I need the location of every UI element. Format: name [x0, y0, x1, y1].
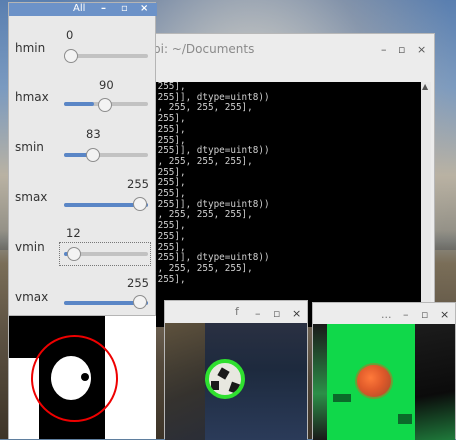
smin-value: 83: [86, 127, 101, 141]
hmin-label: hmin: [15, 41, 46, 55]
terminal-line: [255],: [152, 273, 186, 285]
vmin-value: 12: [66, 226, 81, 240]
vmax-slider-handle[interactable]: [133, 295, 147, 309]
terminal-line: [255],: [152, 123, 186, 135]
hsv-window-title: ...: [381, 308, 392, 321]
close-icon[interactable]: ×: [140, 3, 148, 14]
smin-slider-track[interactable]: [64, 153, 148, 157]
hsv-ball: [355, 363, 393, 399]
mask-window[interactable]: [8, 316, 156, 439]
terminal-scrollbar[interactable]: ▲: [421, 82, 431, 327]
smax-label: smax: [15, 190, 48, 204]
detection-circle: [31, 335, 118, 422]
hmax-slider-handle[interactable]: [98, 98, 112, 112]
vmax-label: vmax: [15, 290, 49, 304]
trackbar-titlebar[interactable]: All – ▫ ×: [9, 3, 157, 16]
hsv-dark-region-left: [313, 324, 327, 440]
ball-patch: [211, 381, 219, 390]
maximize-icon[interactable]: ▫: [121, 3, 128, 14]
trackbar-window[interactable]: All – ▫ × hmin 0 hmax 90 smin 83 smax 25…: [8, 2, 157, 316]
smax-value: 255: [127, 177, 149, 191]
maximize-icon[interactable]: ▫: [273, 308, 280, 319]
terminal-output[interactable]: [255], [255]], dtype=uint8)) [, 255, 255, …: [151, 82, 423, 327]
minimize-icon[interactable]: –: [101, 3, 106, 14]
minimize-icon[interactable]: –: [403, 309, 409, 320]
frame-window-title: f: [235, 305, 239, 318]
ball-patch: [217, 367, 230, 380]
soccer-ball: [205, 359, 245, 399]
hmax-label: hmax: [15, 90, 49, 104]
close-icon[interactable]: ×: [417, 44, 426, 55]
camera-frame: [165, 323, 307, 440]
terminal-title: pi: ~/Documents: [153, 42, 255, 56]
hsv-speckle: [333, 394, 351, 402]
vmin-slider-handle[interactable]: [67, 247, 81, 261]
hmin-value: 0: [66, 28, 74, 42]
minimize-icon[interactable]: –: [255, 308, 261, 319]
scroll-up-icon[interactable]: ▲: [422, 82, 428, 91]
frame-background-surface: [165, 323, 205, 440]
maximize-icon[interactable]: ▫: [421, 309, 428, 320]
trackbar-window-title: All: [73, 3, 86, 14]
terminal-text: [255], [255]], dtype=uint8)) [, 255, 255, …: [152, 82, 270, 285]
hsv-image: [313, 324, 455, 440]
hmax-slider-fill: [64, 102, 94, 106]
minimize-icon[interactable]: –: [381, 44, 387, 55]
hmin-slider-handle[interactable]: [64, 49, 78, 63]
hsv-speckle: [398, 414, 412, 424]
vmin-label: vmin: [15, 240, 45, 254]
smin-label: smin: [15, 140, 44, 154]
close-icon[interactable]: ×: [440, 309, 449, 320]
terminal-line: [255],: [152, 230, 186, 242]
vmax-value: 255: [127, 276, 149, 290]
smin-slider-handle[interactable]: [86, 148, 100, 162]
smax-slider-handle[interactable]: [133, 197, 147, 211]
ball-patch: [228, 381, 241, 395]
terminal-titlebar[interactable]: pi: ~/Documents – ▫ ×: [131, 34, 434, 64]
close-icon[interactable]: ×: [292, 308, 301, 319]
hsv-dark-region-right: [415, 324, 455, 440]
frame-window[interactable]: f – ▫ ×: [164, 300, 308, 440]
hmax-value: 90: [99, 78, 114, 92]
hsv-window[interactable]: ... – ▫ ×: [312, 302, 456, 440]
maximize-icon[interactable]: ▫: [398, 44, 405, 55]
terminal-window[interactable]: pi: ~/Documents – ▫ × [255], [255]], dtyp…: [130, 33, 435, 327]
